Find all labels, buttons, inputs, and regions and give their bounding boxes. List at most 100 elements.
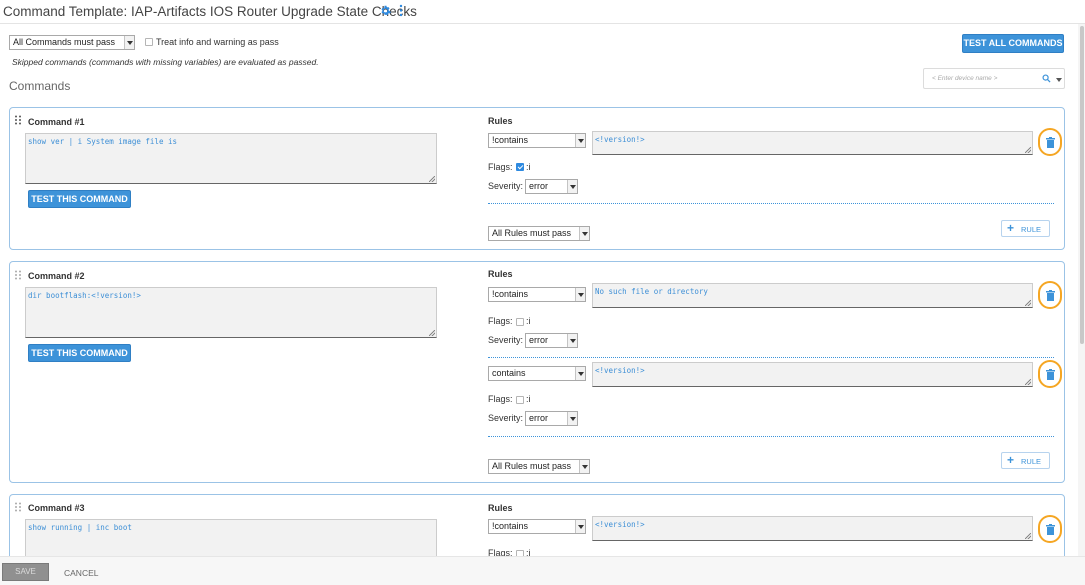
chevron-down-icon <box>575 520 585 533</box>
command-template-page: Command Template: IAP-Artifacts IOS Rout… <box>0 0 1085 585</box>
page-title: Command Template: IAP-Artifacts IOS Rout… <box>3 4 417 19</box>
flag-i-checkbox[interactable] <box>516 163 524 171</box>
rules-pass-mode-value: All Rules must pass <box>492 461 572 471</box>
resize-grip-icon[interactable] <box>429 176 435 182</box>
rule-value-textarea[interactable]: <!version!> <box>592 362 1033 387</box>
severity-select[interactable]: error <box>525 333 578 348</box>
rule-value-text: <!version!> <box>595 135 645 144</box>
chevron-down-icon <box>575 367 585 380</box>
drag-handle-icon[interactable] <box>14 115 22 125</box>
flags-label: Flags: <box>488 394 513 404</box>
chevron-down-icon <box>579 227 589 240</box>
rule-operator-select[interactable]: !contains <box>488 287 586 302</box>
rule-value-textarea[interactable]: No such file or directory <box>592 283 1033 308</box>
rule-value-text: <!version!> <box>595 366 645 375</box>
rules-pass-mode-select[interactable]: All Rules must pass <box>488 226 590 241</box>
test-all-commands-button[interactable]: TEST ALL COMMANDS <box>962 34 1064 53</box>
kebab-menu-icon[interactable] <box>398 4 404 17</box>
plus-icon: + <box>1007 453 1015 467</box>
delete-rule-button[interactable] <box>1038 515 1062 543</box>
chevron-down-icon <box>124 36 134 49</box>
severity-value: error <box>529 413 549 423</box>
test-this-command-label: TEST THIS COMMAND <box>31 194 128 204</box>
skipped-commands-note: Skipped commands (commands with missing … <box>12 57 319 67</box>
device-name-search[interactable]: < Enter device name > <box>923 68 1065 89</box>
rules-label: Rules <box>488 503 513 513</box>
command-textarea[interactable]: dir bootflash:<!version!> <box>25 287 437 338</box>
chevron-down-icon <box>567 412 577 425</box>
flag-i-label: :i <box>526 316 531 326</box>
resize-grip-icon[interactable] <box>1025 533 1031 539</box>
command-title: Command #3 <box>28 503 85 513</box>
cancel-button[interactable]: CANCEL <box>64 568 98 578</box>
add-rule-button[interactable]: + RULE <box>1001 220 1050 237</box>
delete-rule-button[interactable] <box>1038 360 1062 388</box>
page-header: Command Template: IAP-Artifacts IOS Rout… <box>0 0 1085 24</box>
rule-operator-select[interactable]: contains <box>488 366 586 381</box>
gear-icon[interactable] <box>380 5 391 16</box>
rule-operator-select[interactable]: !contains <box>488 519 586 534</box>
chevron-down-icon <box>575 288 585 301</box>
delete-rule-button[interactable] <box>1038 128 1062 156</box>
chevron-down-icon <box>575 134 585 147</box>
flag-i-checkbox[interactable] <box>516 318 524 326</box>
flag-i-label: :i <box>526 162 531 172</box>
test-this-command-label: TEST THIS COMMAND <box>31 348 128 358</box>
scrollbar-thumb[interactable] <box>1080 26 1084 344</box>
resize-grip-icon[interactable] <box>1025 147 1031 153</box>
treat-warning-checkbox[interactable] <box>145 38 153 46</box>
rules-pass-mode-select[interactable]: All Rules must pass <box>488 459 590 474</box>
rule-value-text: <!version!> <box>595 520 645 529</box>
rule-value-text: No such file or directory <box>595 287 708 296</box>
test-all-commands-label: TEST ALL COMMANDS <box>963 38 1063 48</box>
rules-label: Rules <box>488 116 513 126</box>
test-this-command-button[interactable]: TEST THIS COMMAND <box>28 190 131 208</box>
trash-icon <box>1046 137 1055 148</box>
delete-rule-button[interactable] <box>1038 281 1062 309</box>
flag-i-label: :i <box>526 394 531 404</box>
command-text: show running | inc boot <box>28 523 132 532</box>
treat-warning-label: Treat info and warning as pass <box>156 37 279 47</box>
severity-value: error <box>529 181 549 191</box>
save-button[interactable]: SAVE <box>2 563 49 581</box>
chevron-down-icon <box>567 334 577 347</box>
command-card-2: Command #2 dir bootflash:<!version!> TES… <box>9 261 1065 483</box>
severity-label: Severity: <box>488 413 524 423</box>
resize-grip-icon[interactable] <box>1025 300 1031 306</box>
resize-grip-icon[interactable] <box>429 330 435 336</box>
command-textarea[interactable]: show ver | i System image file is <box>25 133 437 184</box>
rule-value-textarea[interactable]: <!version!> <box>592 516 1033 541</box>
chevron-down-icon <box>567 180 577 193</box>
commands-pass-mode-value: All Commands must pass <box>13 37 116 47</box>
drag-handle-icon[interactable] <box>14 270 22 280</box>
trash-icon <box>1046 290 1055 301</box>
rule-operator-value: contains <box>492 368 526 378</box>
severity-select[interactable]: error <box>525 179 578 194</box>
commands-section-title: Commands <box>9 79 71 93</box>
command-text: show ver | i System image file is <box>28 137 178 146</box>
commands-pass-mode-select[interactable]: All Commands must pass <box>9 35 135 50</box>
rule-divider <box>488 203 1054 204</box>
rule-value-textarea[interactable]: <!version!> <box>592 131 1033 155</box>
flags-label: Flags: <box>488 162 513 172</box>
severity-value: error <box>529 335 549 345</box>
rule-operator-value: !contains <box>492 289 529 299</box>
search-icon[interactable] <box>1042 74 1051 83</box>
add-rule-label: RULE <box>1021 225 1042 234</box>
chevron-down-icon[interactable] <box>1056 78 1062 82</box>
drag-handle-icon[interactable] <box>14 502 22 512</box>
trash-icon <box>1046 524 1055 535</box>
severity-label: Severity: <box>488 335 524 345</box>
severity-select[interactable]: error <box>525 411 578 426</box>
device-name-placeholder: < Enter device name > <box>932 75 998 82</box>
test-this-command-button[interactable]: TEST THIS COMMAND <box>28 344 131 362</box>
add-rule-label: RULE <box>1021 457 1042 466</box>
plus-icon: + <box>1007 221 1015 235</box>
rules-label: Rules <box>488 269 513 279</box>
rule-divider <box>488 357 1054 358</box>
flag-i-checkbox[interactable] <box>516 396 524 404</box>
footer-bar: SAVE CANCEL <box>0 556 1085 585</box>
rule-operator-select[interactable]: !contains <box>488 133 586 148</box>
resize-grip-icon[interactable] <box>1025 379 1031 385</box>
add-rule-button[interactable]: + RULE <box>1001 452 1050 469</box>
